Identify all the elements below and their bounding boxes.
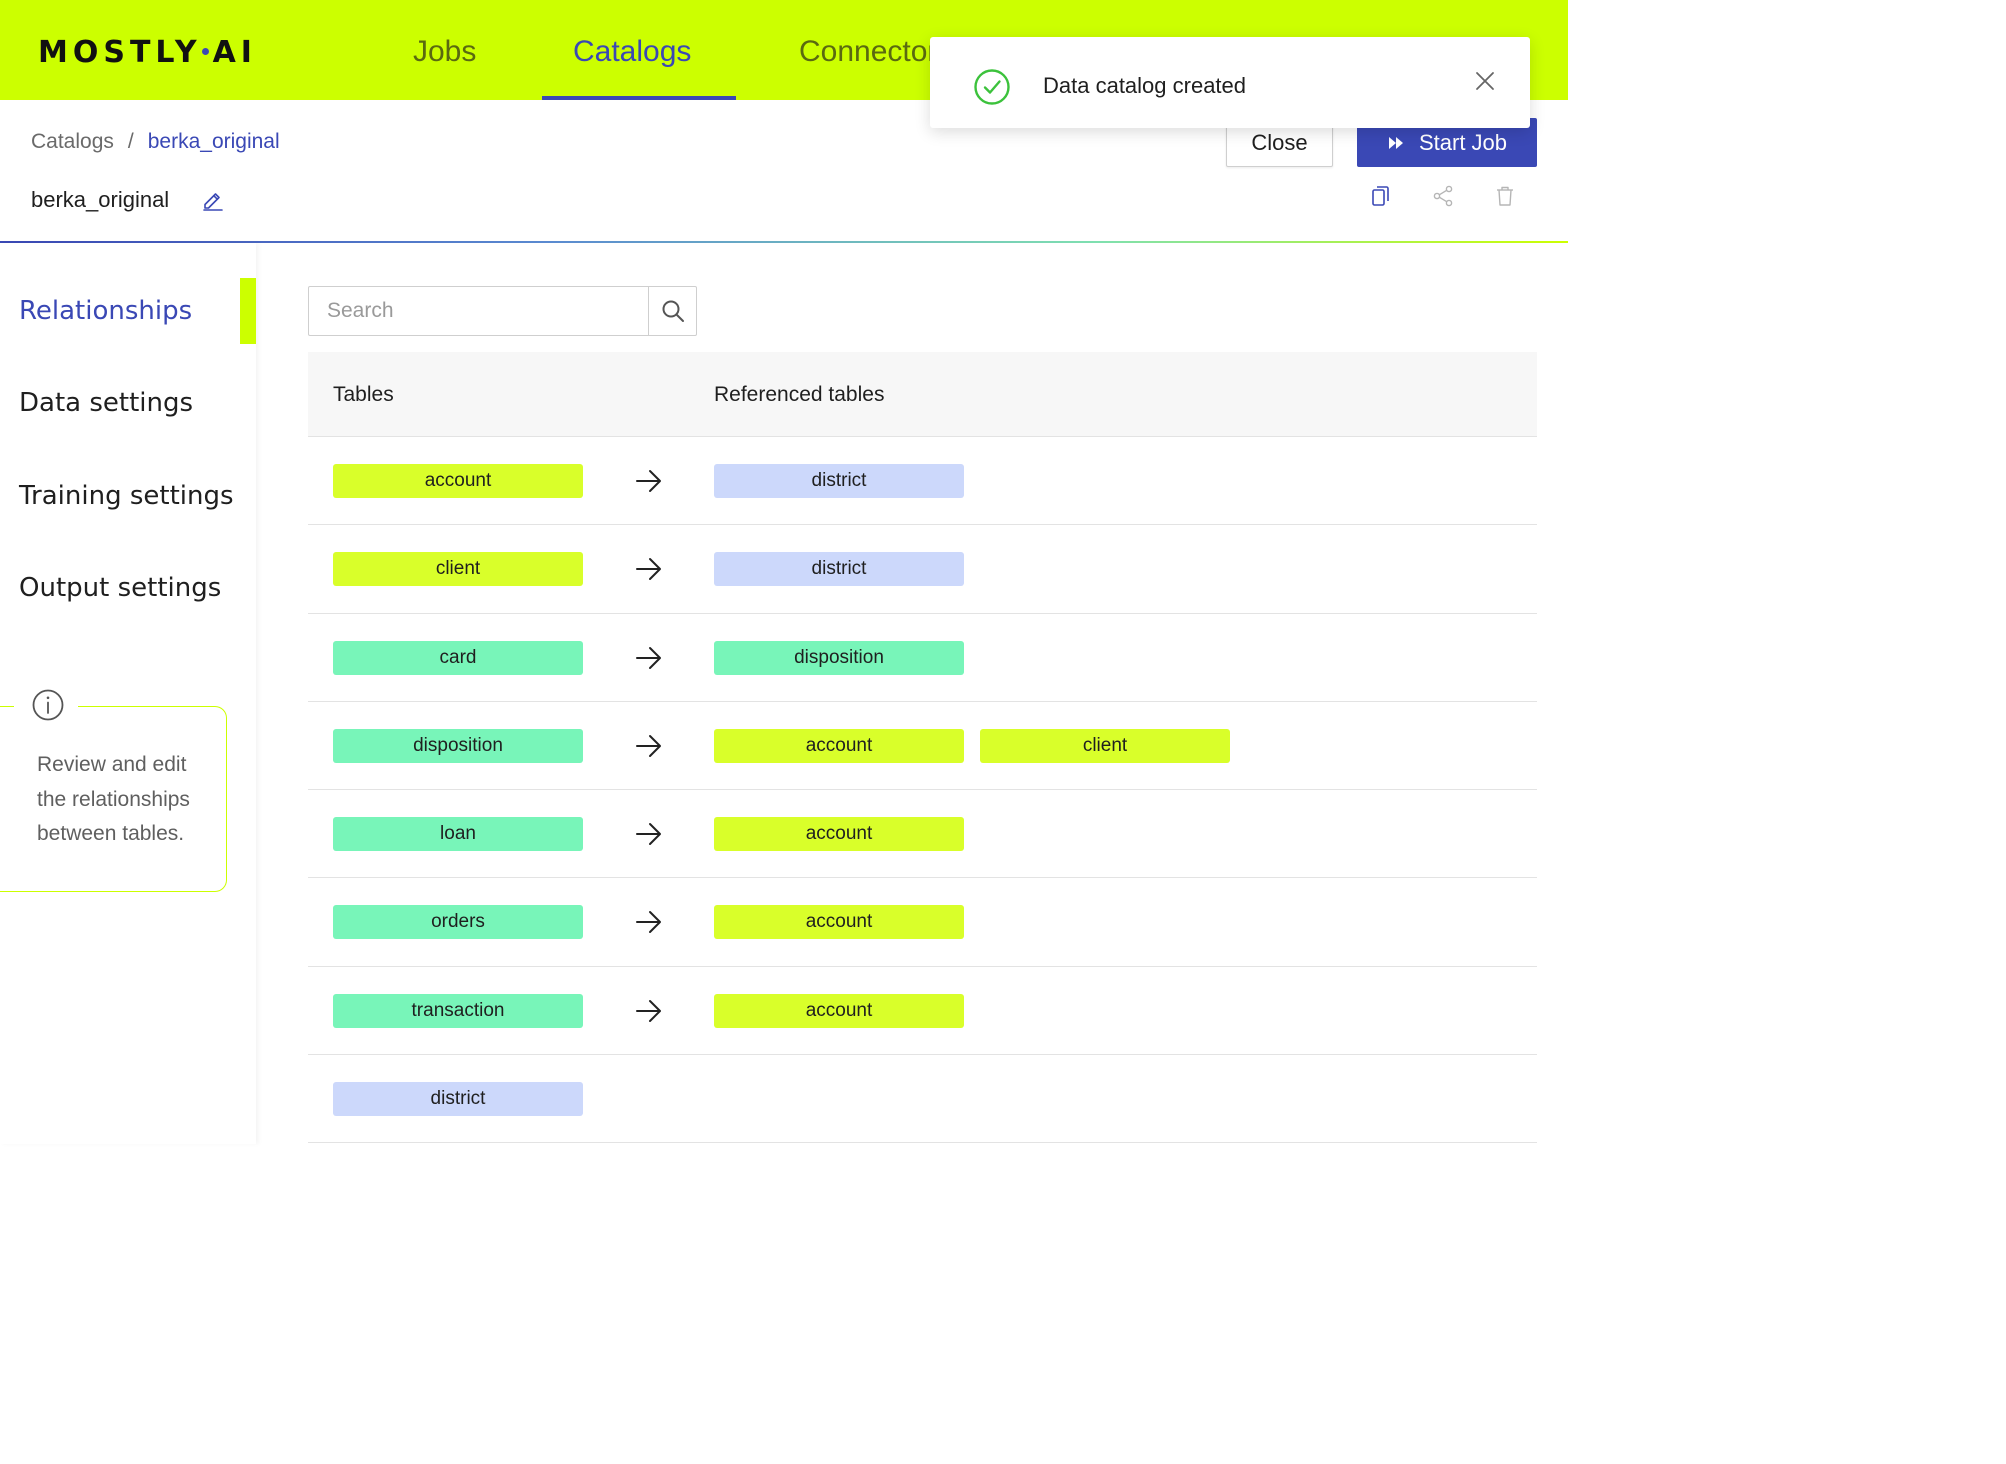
table-header: Tables Referenced tables: [308, 352, 1537, 437]
referenced-table-tag[interactable]: account: [714, 993, 964, 1028]
mostly-ai-logo[interactable]: MOSTLY AI: [38, 34, 257, 72]
referenced-table-tag[interactable]: account: [714, 728, 964, 763]
referenced-table-tag[interactable]: district: [714, 464, 964, 498]
sidebar-item-data-settings[interactable]: Data settings: [19, 386, 193, 420]
referenced-table-tag[interactable]: district: [714, 552, 964, 587]
active-tab-indicator: [542, 96, 736, 100]
table-tag[interactable]: account: [333, 464, 583, 498]
breadcrumb: Catalogs / berka_original: [31, 128, 280, 156]
breadcrumb-separator: /: [127, 130, 134, 153]
arrow-right-icon: [636, 646, 661, 669]
table-tag[interactable]: loan: [333, 817, 583, 852]
table-tag[interactable]: orders: [333, 905, 583, 940]
sidebar-item-training-settings[interactable]: Training settings: [19, 479, 234, 513]
table-tag[interactable]: card: [333, 640, 583, 675]
arrow-right-icon: [636, 911, 661, 934]
table-row: card disposition: [308, 614, 1537, 702]
sidebar: Relationships Data settings Training set…: [0, 243, 256, 1144]
check-circle-icon: [974, 69, 1010, 105]
start-job-label: Start Job: [1418, 129, 1508, 155]
arrow-right-icon: [636, 734, 661, 757]
info-text: Review and edit the relationships betwee…: [37, 753, 190, 845]
toast-message: Data catalog created: [1043, 73, 1247, 98]
table-tag[interactable]: disposition: [333, 728, 583, 763]
arrow-right-icon: [636, 823, 661, 846]
table-row: loan account: [308, 790, 1537, 879]
referenced-table-tag[interactable]: account: [714, 905, 964, 940]
table-row: account district: [308, 437, 1537, 526]
sidebar-item-output-settings[interactable]: Output settings: [19, 571, 221, 605]
column-header-tables: Tables: [333, 383, 394, 406]
table-tag[interactable]: district: [333, 1082, 583, 1117]
trash-icon[interactable]: [1493, 184, 1517, 208]
table-row: transaction account: [308, 967, 1537, 1056]
breadcrumb-catalogs-link[interactable]: Catalogs: [31, 130, 114, 153]
fast-forward-icon: [1388, 136, 1403, 149]
toast-notification: Data catalog created: [930, 37, 1530, 128]
table-tag[interactable]: transaction: [333, 993, 583, 1028]
referenced-table-tag[interactable]: account: [714, 817, 964, 852]
breadcrumb-current[interactable]: berka_original: [148, 130, 280, 153]
arrow-right-icon: [636, 470, 661, 492]
info-icon: [32, 689, 64, 721]
relationships-table: Tables Referenced tables account district…: [308, 352, 1537, 1144]
close-icon[interactable]: [1473, 69, 1497, 93]
table-tag[interactable]: client: [333, 552, 583, 587]
table-row: district: [308, 1055, 1537, 1144]
table-row: disposition account client: [308, 702, 1537, 791]
table-body: account district client district card disposi…: [308, 437, 1537, 1144]
nav-tab-jobs[interactable]: Jobs: [413, 30, 476, 74]
share-icon[interactable]: [1431, 184, 1455, 208]
column-header-referenced-tables: Referenced tables: [714, 383, 885, 406]
search-icon: [662, 300, 684, 322]
table-row: orders account: [308, 878, 1537, 967]
arrow-right-icon: [636, 558, 661, 581]
search-button[interactable]: [648, 287, 696, 335]
referenced-table-tag[interactable]: client: [980, 728, 1230, 763]
copy-icon[interactable]: [1368, 184, 1392, 208]
nav-tab-catalogs[interactable]: Catalogs: [573, 30, 691, 74]
pencil-icon[interactable]: [202, 189, 224, 211]
sidebar-active-marker: [240, 278, 256, 344]
table-row: client district: [308, 525, 1537, 614]
search-box: [308, 286, 697, 336]
page-title: berka_original: [31, 187, 170, 212]
arrow-right-icon: [636, 999, 661, 1022]
sidebar-item-relationships[interactable]: Relationships: [19, 294, 192, 328]
search-input[interactable]: [309, 287, 648, 335]
referenced-table-tag[interactable]: disposition: [714, 640, 964, 675]
